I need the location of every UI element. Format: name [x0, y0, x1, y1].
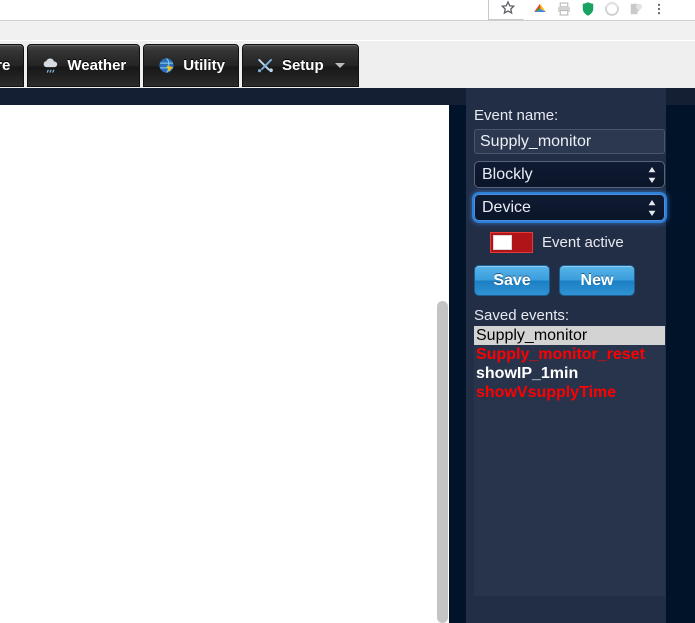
toggle-knob	[493, 234, 512, 250]
workspace-scrollbar-thumb[interactable]	[437, 301, 448, 623]
nav-tab-utility[interactable]: Utility	[143, 44, 239, 87]
event-name-label: Event name:	[474, 107, 559, 124]
event-target-select[interactable]: Device	[474, 194, 665, 221]
event-name-input[interactable]	[474, 129, 665, 154]
new-button[interactable]: New	[559, 265, 635, 296]
event-active-label: Event active	[542, 233, 624, 251]
saved-events-label: Saved events:	[474, 307, 570, 324]
rain-cloud-icon	[44, 58, 58, 73]
event-target-select-wrap: Device	[474, 194, 665, 221]
save-button[interactable]: Save	[474, 265, 550, 296]
screen: Other Bookmarks ture Weather	[0, 0, 695, 623]
circle-icon[interactable]	[602, 0, 622, 18]
bookmark-star-icon[interactable]	[500, 0, 516, 16]
nav-tab-label: Setup	[281, 57, 324, 74]
blockly-workspace[interactable]	[0, 105, 449, 623]
tools-icon	[257, 59, 273, 73]
nav-tab-setup[interactable]: Setup	[241, 44, 359, 87]
event-type-select[interactable]: Blockly	[474, 161, 665, 188]
event-active-row: Event active	[490, 231, 665, 253]
nav-tab-list: ture Weather Utility	[0, 44, 362, 87]
saved-event-item[interactable]: Supply_monitor	[474, 326, 665, 345]
event-settings-content: Event name: Blockly Device	[474, 107, 665, 596]
shield-icon[interactable]	[578, 0, 598, 18]
saved-event-item[interactable]: Supply_monitor_reset	[474, 345, 665, 364]
nav-tab-temperature[interactable]: ture	[0, 44, 25, 87]
nav-tab-label: Weather	[67, 57, 127, 74]
site-navbar: ture Weather Utility	[0, 41, 695, 89]
google-extension-icon[interactable]	[530, 0, 550, 18]
event-type-select-value: Blockly	[482, 165, 533, 183]
nav-tab-label: Utility	[183, 57, 225, 74]
browser-toolbar	[0, 0, 695, 21]
chevron-down-icon	[334, 63, 345, 68]
extension-puzzle-icon[interactable]	[626, 0, 646, 18]
panel-gutter	[449, 105, 466, 623]
printer-icon[interactable]	[554, 0, 574, 18]
saved-event-item[interactable]: showVsupplyTime	[474, 383, 665, 402]
event-active-toggle[interactable]	[490, 231, 533, 253]
nav-tab-label: ture	[0, 57, 11, 74]
saved-event-item[interactable]: showIP_1min	[474, 364, 665, 383]
chrome-menu-icon[interactable]	[652, 0, 666, 18]
nav-tab-weather[interactable]: Weather	[27, 44, 141, 87]
panel-action-buttons: Save New	[474, 265, 665, 296]
select-spinner-icon	[648, 199, 656, 216]
select-spinner-icon	[648, 166, 656, 183]
globe-icon	[159, 57, 174, 74]
bookmarks-bar: Other Bookmarks	[0, 21, 695, 59]
event-target-select-value: Device	[482, 198, 531, 216]
saved-events-list[interactable]: Supply_monitor Supply_monitor_reset showIP…	[474, 326, 665, 596]
event-type-select-wrap: Blockly	[474, 161, 665, 188]
